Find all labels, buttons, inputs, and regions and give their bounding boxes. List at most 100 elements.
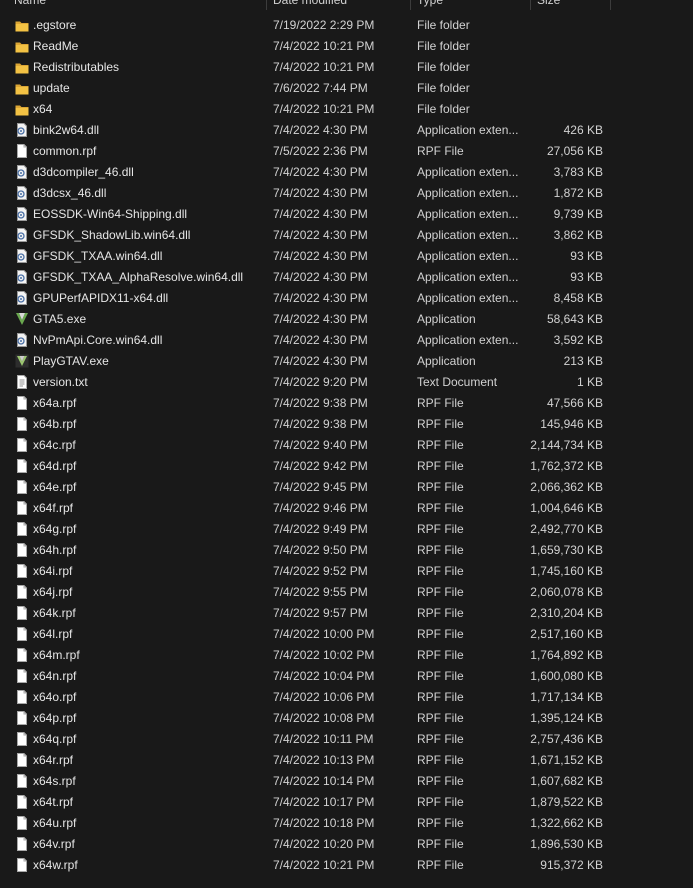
- file-row[interactable]: x64a.rpf 7/4/2022 9:38 PM RPF File 47,566 K…: [0, 393, 693, 414]
- file-icon: [15, 795, 29, 809]
- file-row[interactable]: x64f.rpf 7/4/2022 9:46 PM RPF File 1,004,64…: [0, 498, 693, 519]
- file-row[interactable]: common.rpf 7/5/2022 2:36 PM RPF File 27,056…: [0, 141, 693, 162]
- file-row[interactable]: x64j.rpf 7/4/2022 9:55 PM RPF File 2,060,07…: [0, 582, 693, 603]
- file-row[interactable]: GTA5.exe 7/4/2022 4:30 PM Application 58,64…: [0, 309, 693, 330]
- file-row[interactable]: x64e.rpf 7/4/2022 9:45 PM RPF File 2,066,36…: [0, 477, 693, 498]
- folder-icon: [15, 19, 29, 33]
- file-icon: [15, 585, 29, 599]
- file-row[interactable]: x64 7/4/2022 10:21 PM File folder: [0, 99, 693, 120]
- file-row[interactable]: x64w.rpf 7/4/2022 10:21 PM RPF File 915,372…: [0, 855, 693, 876]
- file-row[interactable]: x64o.rpf 7/4/2022 10:06 PM RPF File 1,717,1…: [0, 687, 693, 708]
- file-row[interactable]: version.txt 7/4/2022 9:20 PM Text Document…: [0, 372, 693, 393]
- file-date-modified: 7/4/2022 10:21 PM: [273, 102, 375, 116]
- file-row[interactable]: x64n.rpf 7/4/2022 10:04 PM RPF File 1,600,0…: [0, 666, 693, 687]
- file-row[interactable]: x64b.rpf 7/4/2022 9:38 PM RPF File 145,946 …: [0, 414, 693, 435]
- file-row[interactable]: PlayGTAV.exe 7/4/2022 4:30 PM Application 2…: [0, 351, 693, 372]
- file-icon: [15, 669, 29, 683]
- file-icon: [15, 648, 29, 662]
- file-row[interactable]: x64h.rpf 7/4/2022 9:50 PM RPF File 1,659,73…: [0, 540, 693, 561]
- dll-icon: [15, 123, 29, 137]
- column-divider[interactable]: [266, 0, 267, 10]
- file-date-modified: 7/4/2022 4:30 PM: [273, 354, 368, 368]
- file-row[interactable]: x64i.rpf 7/4/2022 9:52 PM RPF File 1,745,16…: [0, 561, 693, 582]
- file-icon: [15, 753, 29, 767]
- file-date-modified: 7/4/2022 9:45 PM: [273, 480, 368, 494]
- dll-icon: [15, 228, 29, 242]
- column-divider[interactable]: [530, 0, 531, 10]
- file-name: x64f.rpf: [33, 501, 74, 515]
- column-header-type[interactable]: Type: [417, 0, 522, 10]
- column-header-date[interactable]: Date modified: [273, 0, 403, 10]
- file-date-modified: 7/4/2022 9:38 PM: [273, 417, 368, 431]
- file-size: 2,066,362 KB: [530, 480, 603, 494]
- file-row[interactable]: x64c.rpf 7/4/2022 9:40 PM RPF File 2,144,73…: [0, 435, 693, 456]
- file-date-modified: 7/4/2022 10:21 PM: [273, 60, 375, 74]
- file-row[interactable]: GPUPerfAPIDX11-x64.dll 7/4/2022 4:30 PM Ap…: [0, 288, 693, 309]
- file-size: 93 KB: [570, 249, 603, 263]
- file-type: Application exten...: [417, 123, 519, 137]
- file-row[interactable]: x64u.rpf 7/4/2022 10:18 PM RPF File 1,322,6…: [0, 813, 693, 834]
- file-row[interactable]: x64p.rpf 7/4/2022 10:08 PM RPF File 1,395,1…: [0, 708, 693, 729]
- column-header-size[interactable]: Size: [537, 0, 607, 10]
- file-size: 1,764,892 KB: [530, 648, 603, 662]
- file-icon: [15, 438, 29, 452]
- column-divider[interactable]: [610, 0, 611, 10]
- file-row[interactable]: d3dcompiler_46.dll 7/4/2022 4:30 PM Applic…: [0, 162, 693, 183]
- file-icon: [15, 396, 29, 410]
- file-row[interactable]: x64l.rpf 7/4/2022 10:00 PM RPF File 2,517,1…: [0, 624, 693, 645]
- file-type: Application exten...: [417, 186, 519, 200]
- file-name: x64g.rpf: [33, 522, 77, 536]
- file-row[interactable]: x64k.rpf 7/4/2022 9:57 PM RPF File 2,310,20…: [0, 603, 693, 624]
- file-row[interactable]: x64q.rpf 7/4/2022 10:11 PM RPF File 2,757,4…: [0, 729, 693, 750]
- file-date-modified: 7/4/2022 9:38 PM: [273, 396, 368, 410]
- file-row[interactable]: EOSSDK-Win64-Shipping.dll 7/4/2022 4:30 P…: [0, 204, 693, 225]
- file-name: x64e.rpf: [33, 480, 77, 494]
- file-icon: [15, 501, 29, 515]
- file-row[interactable]: ReadMe 7/4/2022 10:21 PM File folder: [0, 36, 693, 57]
- file-name: GFSDK_TXAA.win64.dll: [33, 249, 163, 263]
- column-header-name[interactable]: Name: [14, 0, 254, 10]
- file-name: bink2w64.dll: [33, 123, 100, 137]
- file-name: EOSSDK-Win64-Shipping.dll: [33, 207, 188, 221]
- file-date-modified: 7/4/2022 10:13 PM: [273, 753, 375, 767]
- file-type: Application exten...: [417, 249, 519, 263]
- file-row[interactable]: .egstore 7/19/2022 2:29 PM File folder: [0, 15, 693, 36]
- file-name: x64d.rpf: [33, 459, 77, 473]
- file-row[interactable]: NvPmApi.Core.win64.dll 7/4/2022 4:30 PM Ap…: [0, 330, 693, 351]
- file-type: Application: [417, 312, 476, 326]
- file-name: x64a.rpf: [33, 396, 77, 410]
- file-size: 9,739 KB: [553, 207, 603, 221]
- file-icon: [15, 606, 29, 620]
- file-row[interactable]: x64m.rpf 7/4/2022 10:02 PM RPF File 1,764,8…: [0, 645, 693, 666]
- file-row[interactable]: x64r.rpf 7/4/2022 10:13 PM RPF File 1,671,1…: [0, 750, 693, 771]
- file-date-modified: 7/4/2022 10:08 PM: [273, 711, 375, 725]
- file-name: x64j.rpf: [33, 585, 73, 599]
- file-name: x64m.rpf: [33, 648, 80, 662]
- file-size: 2,144,734 KB: [530, 438, 603, 452]
- file-icon: [15, 459, 29, 473]
- file-row[interactable]: x64s.rpf 7/4/2022 10:14 PM RPF File 1,607,6…: [0, 771, 693, 792]
- dll-icon: [15, 291, 29, 305]
- file-row[interactable]: bink2w64.dll 7/4/2022 4:30 PM Application …: [0, 120, 693, 141]
- file-icon: [15, 774, 29, 788]
- file-date-modified: 7/6/2022 7:44 PM: [273, 81, 368, 95]
- file-size: 1,600,080 KB: [530, 669, 603, 683]
- file-name: x64b.rpf: [33, 417, 77, 431]
- file-row[interactable]: x64g.rpf 7/4/2022 9:49 PM RPF File 2,492,77…: [0, 519, 693, 540]
- file-row[interactable]: x64t.rpf 7/4/2022 10:17 PM RPF File 1,879,5…: [0, 792, 693, 813]
- file-row[interactable]: Redistributables 7/4/2022 10:21 PM File fo…: [0, 57, 693, 78]
- file-type: RPF File: [417, 144, 464, 158]
- file-row[interactable]: GFSDK_TXAA.win64.dll 7/4/2022 4:30 PM Appl…: [0, 246, 693, 267]
- file-row[interactable]: d3dcsx_46.dll 7/4/2022 4:30 PM Application…: [0, 183, 693, 204]
- file-type: File folder: [417, 18, 470, 32]
- file-row[interactable]: x64v.rpf 7/4/2022 10:20 PM RPF File 1,896,5…: [0, 834, 693, 855]
- file-type: RPF File: [417, 774, 464, 788]
- column-divider[interactable]: [410, 0, 411, 10]
- file-row[interactable]: GFSDK_ShadowLib.win64.dll 7/4/2022 4:30 P…: [0, 225, 693, 246]
- file-row[interactable]: update 7/6/2022 7:44 PM File folder: [0, 78, 693, 99]
- file-row[interactable]: x64d.rpf 7/4/2022 9:42 PM RPF File 1,762,37…: [0, 456, 693, 477]
- file-type: RPF File: [417, 522, 464, 536]
- file-row[interactable]: GFSDK_TXAA_AlphaResolve.win64.dll 7/4/202…: [0, 267, 693, 288]
- file-size: 1,879,522 KB: [530, 795, 603, 809]
- file-name: x64u.rpf: [33, 816, 77, 830]
